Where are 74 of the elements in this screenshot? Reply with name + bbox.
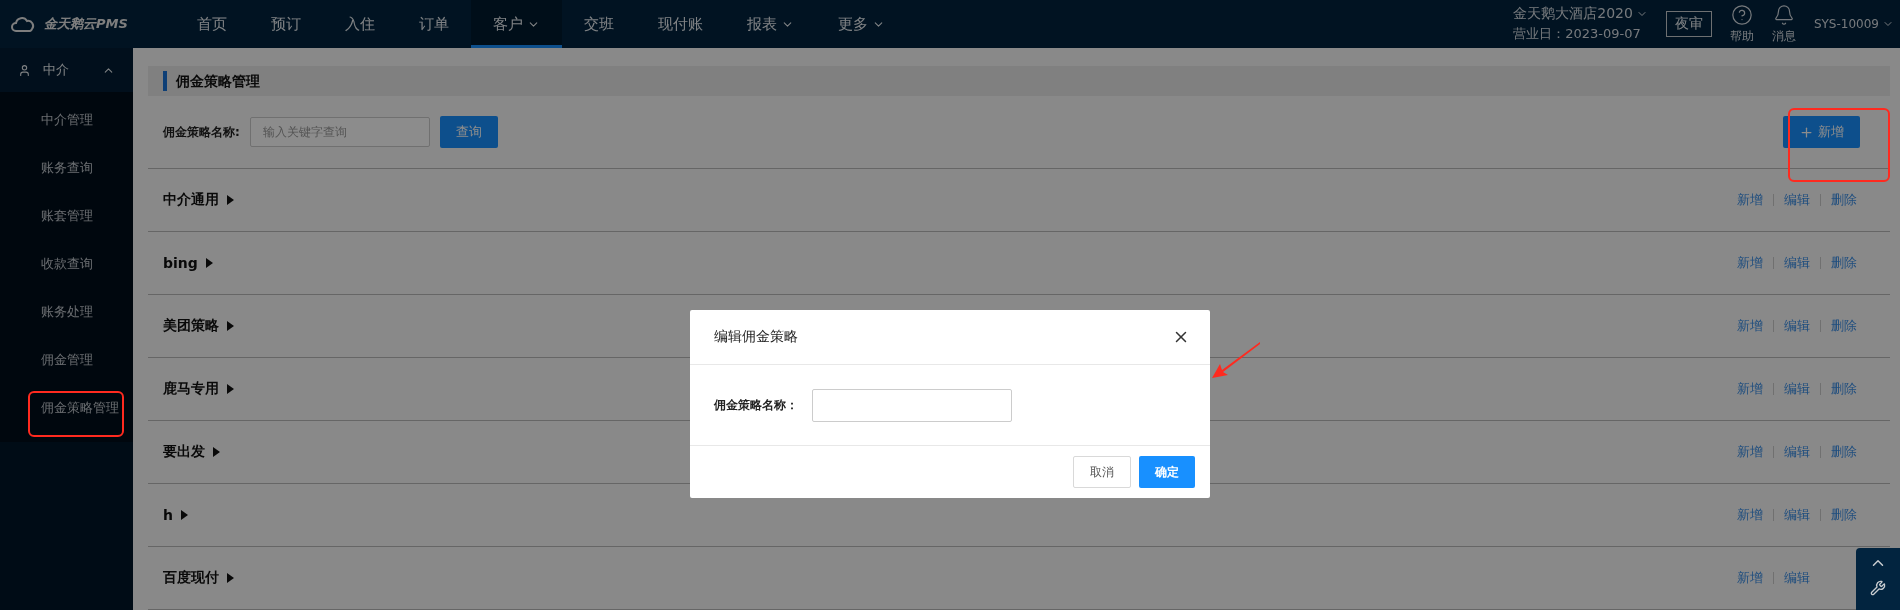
caret-right-icon	[205, 258, 213, 268]
user-icon	[18, 63, 31, 77]
add-button[interactable]: 新增	[1783, 116, 1860, 148]
action-link[interactable]: 删除	[1831, 191, 1857, 209]
wrench-icon[interactable]	[1870, 580, 1886, 596]
action-link[interactable]: 新增	[1737, 506, 1763, 524]
action-link[interactable]: 编辑	[1784, 317, 1810, 335]
caret-right-icon	[227, 384, 234, 394]
sidebar-item[interactable]: 账务查询	[0, 144, 133, 192]
messages-button[interactable]: 消息	[1771, 3, 1796, 45]
caret-right-icon	[227, 321, 234, 331]
action-link[interactable]: 新增	[1737, 317, 1763, 335]
dialog-title: 编辑佣金策略	[714, 328, 798, 346]
confirm-button[interactable]: 确定	[1139, 456, 1195, 488]
annotation-arrow	[1210, 340, 1262, 380]
business-date: 营业日：2023-09-07	[1513, 25, 1642, 43]
action-link[interactable]: 删除	[1831, 254, 1857, 272]
sidebar-item[interactable]: 佣金管理	[0, 336, 133, 384]
strategy-name[interactable]: 百度现付	[163, 569, 219, 587]
strategy-name[interactable]: 要出发	[163, 443, 205, 461]
caret-right-icon	[227, 573, 234, 583]
sidebar-item[interactable]: 中介管理	[0, 96, 133, 144]
input-field[interactable]	[812, 388, 1012, 422]
action-link[interactable]: 编辑	[1784, 191, 1810, 209]
action-link[interactable]: 新增	[1737, 443, 1763, 461]
strategy-name[interactable]: 中介通用	[163, 191, 219, 209]
action-link[interactable]: 删除	[1831, 506, 1857, 524]
caret-right-icon	[180, 510, 188, 520]
help-icon	[1730, 3, 1753, 26]
action-link[interactable]: 新增	[1737, 191, 1763, 209]
page-title: 佣金策略管理	[163, 71, 260, 91]
nav-tab[interactable]: 订单	[397, 0, 471, 48]
sidebar-item[interactable]: 佣金策略管理	[0, 384, 133, 432]
action-link[interactable]: 编辑	[1784, 380, 1810, 398]
nav-tab[interactable]: 报表	[725, 0, 816, 48]
action-link[interactable]: 新增	[1737, 380, 1763, 398]
strategy-name[interactable]: h	[163, 507, 173, 523]
sidebar-item[interactable]: 收款查询	[0, 240, 133, 288]
caret-right-icon	[227, 195, 234, 205]
plus-icon	[1799, 124, 1814, 140]
strategy-name[interactable]: bing	[163, 255, 198, 271]
bell-icon	[1772, 3, 1795, 26]
user-menu[interactable]: SYS-10009	[1813, 17, 1894, 31]
field-label: 佣金策略名称：	[714, 396, 798, 414]
action-link[interactable]: 编辑	[1784, 254, 1810, 272]
sidebar-item[interactable]: 账套管理	[0, 192, 133, 240]
caret-right-icon	[213, 447, 220, 457]
action-link[interactable]: 新增	[1737, 569, 1763, 587]
strategy-name[interactable]: 美团策略	[163, 317, 219, 335]
nav-tab[interactable]: 预订	[249, 0, 323, 48]
sidebar-group[interactable]: 中介	[0, 48, 133, 92]
nav-tab[interactable]: 客户	[471, 0, 562, 48]
query-button[interactable]: 查询	[439, 116, 498, 148]
nav-tab[interactable]: 现付账	[636, 0, 725, 48]
action-link[interactable]: 删除	[1831, 443, 1857, 461]
hotel-selector[interactable]: 金天鹅大酒店2020	[1513, 5, 1648, 23]
nav-tab[interactable]: 首页	[175, 0, 249, 48]
group-label: 中介	[43, 61, 69, 79]
action-link[interactable]: 编辑	[1784, 506, 1810, 524]
strategy-name[interactable]: 鹿马专用	[163, 380, 219, 398]
action-link[interactable]: 删除	[1831, 317, 1857, 335]
night-audit-button[interactable]: 夜审	[1665, 11, 1712, 37]
logo-text: 金天鹅云PMS	[44, 15, 128, 33]
action-link[interactable]: 新增	[1737, 254, 1763, 272]
action-link[interactable]: 编辑	[1784, 443, 1810, 461]
sidebar-item[interactable]: 账务处理	[0, 288, 133, 336]
search-label: 佣金策略名称:	[163, 123, 240, 141]
help-button[interactable]: 帮助	[1729, 3, 1754, 45]
action-link[interactable]: 删除	[1831, 380, 1857, 398]
cancel-button[interactable]: 取消	[1073, 456, 1131, 488]
nav-tab[interactable]: 交班	[562, 0, 636, 48]
action-link[interactable]: 编辑	[1784, 569, 1810, 587]
nav-tab[interactable]: 入住	[323, 0, 397, 48]
nav-tab[interactable]: 更多	[816, 0, 907, 48]
